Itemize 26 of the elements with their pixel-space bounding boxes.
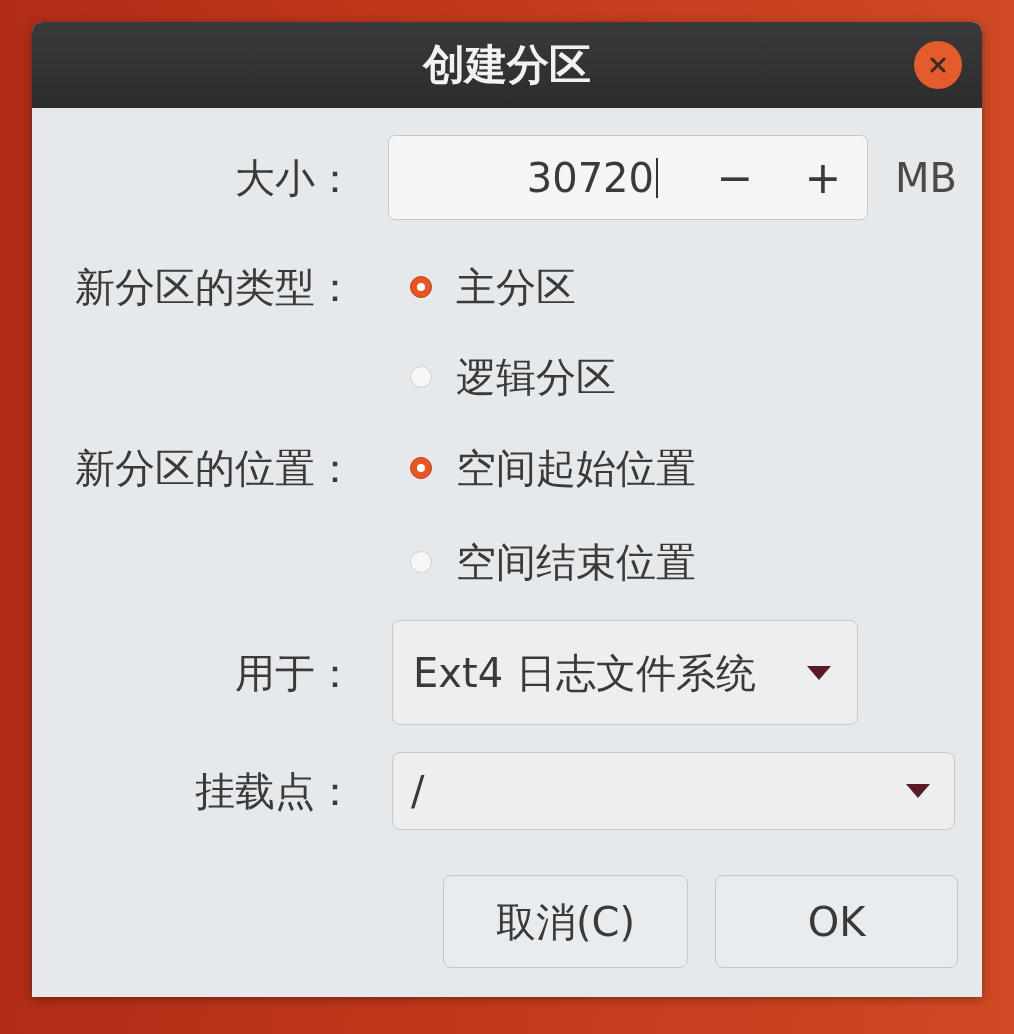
filesystem-dropdown[interactable]: Ext4 日志文件系统 bbox=[392, 620, 858, 725]
text-cursor-icon bbox=[656, 157, 658, 198]
field-label: 大小： bbox=[235, 153, 355, 202]
field-label: 挂载点： bbox=[195, 767, 355, 815]
field-label: 新分区的类型： bbox=[75, 263, 355, 311]
radio-option[interactable]: 空间结束位置 bbox=[388, 538, 696, 586]
radio-option[interactable]: 空间起始位置 bbox=[388, 443, 696, 492]
spin-field[interactable]: 30720 − + bbox=[388, 135, 868, 220]
decrement-button[interactable]: − bbox=[691, 136, 779, 219]
field-label: 新分区的位置： bbox=[75, 443, 355, 492]
caret-icon bbox=[906, 784, 930, 798]
radio-option[interactable]: 逻辑分区 bbox=[388, 353, 616, 401]
caret-icon bbox=[807, 665, 831, 680]
unit-label: MB bbox=[895, 153, 957, 202]
window-title: 创建分区 bbox=[423, 39, 591, 91]
mount-point-combo[interactable]: / bbox=[392, 752, 955, 830]
close-icon bbox=[930, 57, 946, 73]
selected-value: Ext4 日志文件系统 bbox=[413, 648, 756, 697]
size-input[interactable]: 30720 bbox=[526, 153, 654, 202]
field-label: 用于： bbox=[235, 648, 355, 697]
radio-option[interactable]: 主分区 bbox=[388, 263, 576, 311]
dialog-button[interactable]: OK bbox=[715, 875, 958, 968]
selected-value: / bbox=[411, 767, 425, 815]
dialog-button[interactable]: 取消(C) bbox=[443, 875, 688, 968]
close-button[interactable] bbox=[914, 41, 962, 89]
increment-button[interactable]: + bbox=[779, 136, 867, 219]
